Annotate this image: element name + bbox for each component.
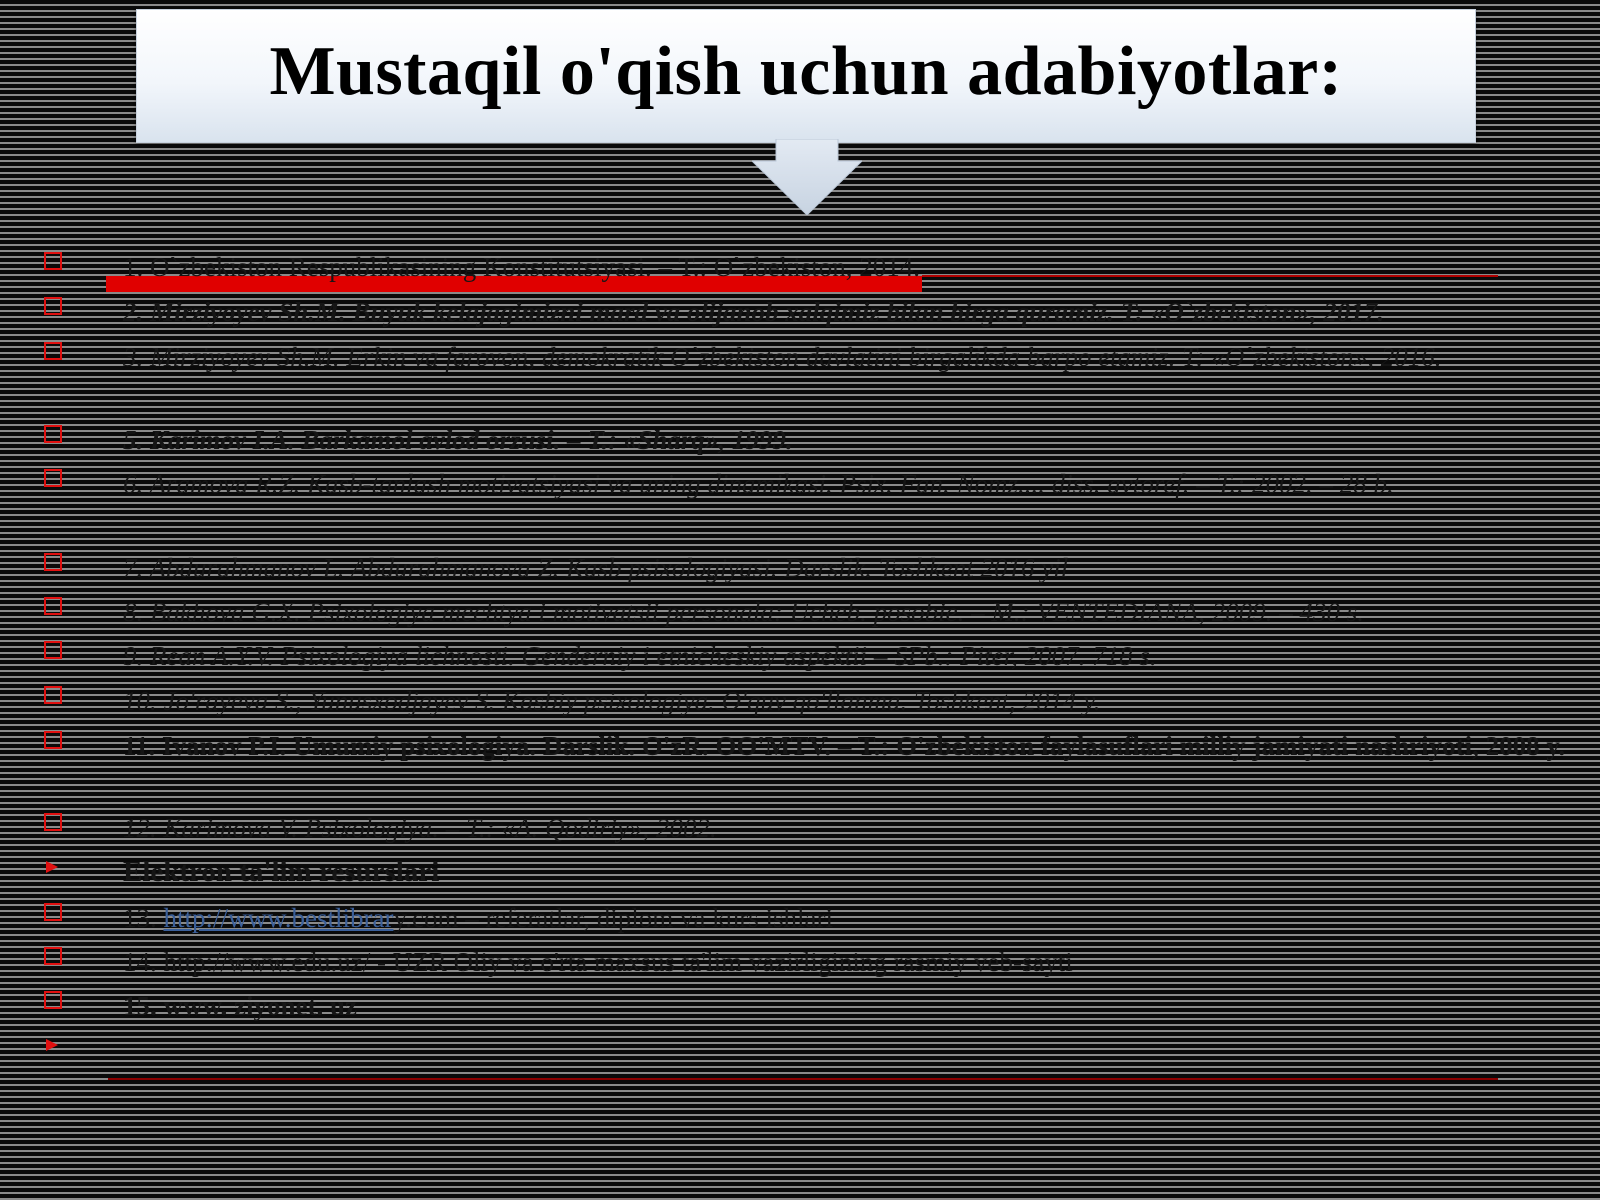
callout-arrow-icon bbox=[752, 139, 862, 215]
bullet-marker-icon bbox=[44, 903, 62, 921]
arrow-bullet-icon bbox=[46, 1039, 58, 1051]
bullet-marker-icon bbox=[44, 686, 62, 704]
reference-item: 12. Karimova V. Psixologiya. – T.: «A. Q… bbox=[123, 813, 717, 843]
reference-item: 3. Mirziyoyev Sh.M. Erkin va farovon, de… bbox=[123, 342, 1442, 372]
reference-item: 1. O`zbekiston Respublikasining Konstitu… bbox=[123, 252, 920, 282]
bullet-marker-icon bbox=[44, 813, 62, 831]
reference-description: y.com – referatlar, diplom va kurs ishla… bbox=[393, 903, 833, 933]
reference-item: 10. Jo'rayeva S., Yunusxodjayev S. Kasbi… bbox=[123, 686, 1101, 716]
bullet-marker-icon bbox=[44, 297, 62, 315]
reference-item: 8. Bakhova G.X. Psixologiya mechtya i mo… bbox=[123, 597, 1365, 627]
bullet-marker-icon bbox=[44, 641, 62, 659]
bullet-marker-icon bbox=[44, 342, 62, 360]
reference-item: 5. Karimov I.A. Barkamol avlod orzusi. –… bbox=[123, 425, 793, 455]
bullet-marker-icon bbox=[44, 252, 62, 270]
section-heading: Elektron ta'lim resurslari bbox=[123, 856, 440, 888]
bullet-marker-icon bbox=[44, 553, 62, 571]
reference-item: 6. Aramova R.Z. Kasb-tanlash motivatsiya… bbox=[123, 469, 1394, 499]
bullet-marker-icon bbox=[44, 947, 62, 965]
reference-item: 2. Mirziyoyev Sh.M. Buyuk kelajagimizni … bbox=[123, 297, 1385, 327]
reference-item: 9. Rean A.Y.V. Psixologiya lichnosti. Ge… bbox=[123, 641, 1157, 671]
reference-item-link: 13. http://www.bestlibrary.com – referat… bbox=[123, 899, 1568, 937]
red-accent-line-bottom bbox=[108, 1078, 1498, 1080]
title-callout: Mustaqil o'qish uchun adabiyotlar: bbox=[136, 9, 1476, 143]
bullet-marker-icon bbox=[44, 597, 62, 615]
bullet-marker-icon bbox=[44, 991, 62, 1009]
bullet-marker-icon bbox=[44, 469, 62, 487]
reference-item: 7. Abdurahmanov L. Abdurahmanova Z. Kasb… bbox=[123, 553, 1069, 583]
slide-title: Mustaqil o'qish uchun adabiyotlar: bbox=[269, 33, 1343, 110]
reference-number: 13. bbox=[123, 903, 164, 933]
bullet-marker-icon bbox=[44, 731, 62, 749]
reference-item: 15. www. ziyonet. uz bbox=[123, 991, 357, 1021]
bullet-marker-icon bbox=[44, 425, 62, 443]
arrow-bullet-icon bbox=[46, 861, 58, 873]
reference-item: 11. Ivanov P.I. Umumiy psixologiya. Dars… bbox=[123, 731, 1566, 761]
bestlibrary-link[interactable]: http://www.bestlibrar bbox=[164, 903, 394, 933]
reference-item: 14. http://www.edu.uz/ - UZR Oliy va o'r… bbox=[123, 947, 1073, 977]
